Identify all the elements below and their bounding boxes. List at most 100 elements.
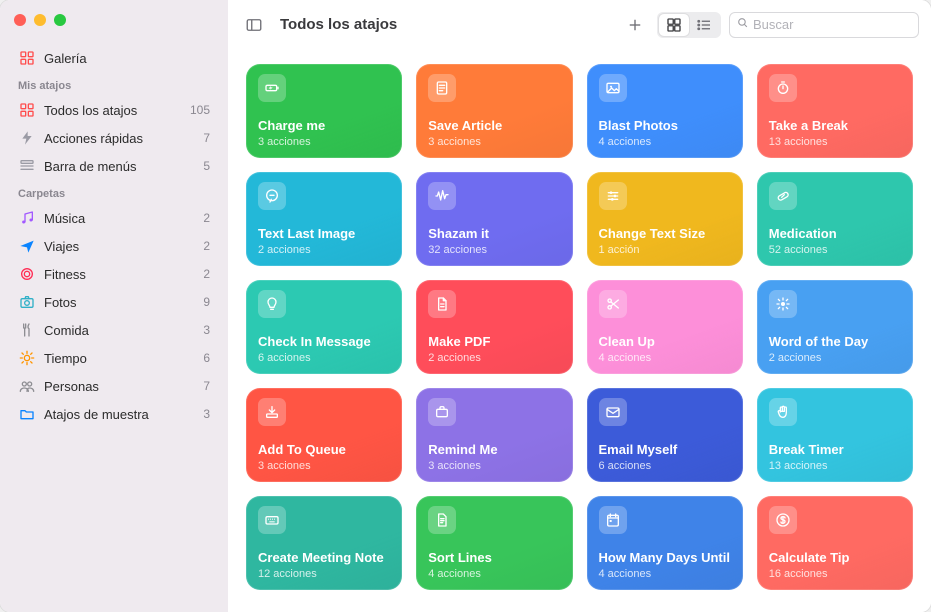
sidebar-item-count: 6 — [203, 351, 210, 365]
shortcut-card[interactable]: Create Meeting Note12 acciones — [246, 496, 402, 590]
sidebar-item-count: 2 — [203, 239, 210, 253]
sidebar-item-count: 3 — [203, 407, 210, 421]
grid-view-button[interactable] — [659, 14, 689, 36]
sidebar-item[interactable]: Atajos de muestra3 — [10, 400, 218, 428]
camera-icon — [18, 293, 36, 311]
sidebar-item-label: Música — [44, 211, 203, 226]
shortcut-name: Clean Up — [599, 334, 731, 350]
shortcut-name: Break Timer — [769, 442, 901, 458]
shortcut-name: Shazam it — [428, 226, 560, 242]
shortcut-subtitle: 6 acciones — [258, 352, 390, 364]
shortcut-card[interactable]: Email Myself 6 acciones — [587, 388, 743, 482]
sidebar-item-gallery[interactable]: Galería — [10, 44, 218, 72]
shortcut-card[interactable]: How Many Days Until4 acciones — [587, 496, 743, 590]
shortcut-card[interactable]: Clean Up 4 acciones — [587, 280, 743, 374]
pill-icon — [769, 182, 797, 210]
shortcut-card[interactable]: Sort Lines4 acciones — [416, 496, 572, 590]
shortcut-card[interactable]: Change Text Size1 acción — [587, 172, 743, 266]
plane-icon — [18, 237, 36, 255]
shortcut-name: Email Myself — [599, 442, 731, 458]
sidebar-item[interactable]: Fitness2 — [10, 260, 218, 288]
view-mode-segment — [657, 12, 721, 38]
shortcut-name: Charge me — [258, 118, 390, 134]
shortcut-card[interactable]: Check In Message 6 acciones — [246, 280, 402, 374]
shortcut-name: Check In Message — [258, 334, 390, 350]
sidebar-item[interactable]: Viajes2 — [10, 232, 218, 260]
sidebar-item-label: Viajes — [44, 239, 203, 254]
shortcut-card[interactable]: Add To Queue3 acciones — [246, 388, 402, 482]
music-icon — [18, 209, 36, 227]
sidebar-item[interactable]: Música2 — [10, 204, 218, 232]
sidebar-item[interactable]: Acciones rápidas7 — [10, 124, 218, 152]
zoom-window-button[interactable] — [54, 14, 66, 26]
shortcut-card[interactable]: Calculate Tip16 acciones — [757, 496, 913, 590]
sidebar-item[interactable]: Tiempo6 — [10, 344, 218, 372]
search-field[interactable] — [729, 12, 919, 38]
app-window: Galería Mis atajos Todos los atajos105Ac… — [0, 0, 931, 612]
shortcut-subtitle: 4 acciones — [599, 352, 731, 364]
shortcut-name: Make PDF — [428, 334, 560, 350]
sidebar-section-folders: Carpetas — [10, 180, 218, 204]
sidebar-item[interactable]: Comida3 — [10, 316, 218, 344]
sidebar-item-count: 2 — [203, 211, 210, 225]
shortcut-card[interactable]: Blast Photos4 acciones — [587, 64, 743, 158]
shortcut-card[interactable]: Break Timer13 acciones — [757, 388, 913, 482]
page-title: Todos los atajos — [280, 16, 397, 33]
new-shortcut-button[interactable] — [621, 13, 649, 37]
hand-icon — [769, 398, 797, 426]
shortcut-card[interactable]: Take a Break13 acciones — [757, 64, 913, 158]
list-view-button[interactable] — [689, 14, 719, 36]
timer-icon — [769, 74, 797, 102]
shortcut-card[interactable]: Save Article3 acciones — [416, 64, 572, 158]
search-input[interactable] — [753, 17, 929, 32]
sidebar-item-count: 5 — [203, 159, 210, 173]
bolt-icon — [18, 129, 36, 147]
shortcut-card[interactable]: Text Last Image2 acciones — [246, 172, 402, 266]
people-icon — [18, 377, 36, 395]
calendar-icon — [599, 506, 627, 534]
sidebar-item-count: 7 — [203, 379, 210, 393]
sidebar-item-label: Comida — [44, 323, 203, 338]
mail-icon — [599, 398, 627, 426]
gallery-icon — [18, 49, 36, 67]
shortcut-name: Change Text Size — [599, 226, 731, 242]
shortcut-card[interactable]: Word of the Day2 acciones — [757, 280, 913, 374]
close-window-button[interactable] — [14, 14, 26, 26]
shortcut-subtitle: 52 acciones — [769, 244, 901, 256]
shortcut-card[interactable]: Remind Me3 acciones — [416, 388, 572, 482]
shortcut-subtitle: 4 acciones — [599, 568, 731, 580]
shortcut-name: Remind Me — [428, 442, 560, 458]
sidebar-section-my: Mis atajos — [10, 72, 218, 96]
sidebar-item-label: Personas — [44, 379, 203, 394]
shortcut-card[interactable]: Charge me 3 acciones — [246, 64, 402, 158]
sidebar-item-label: Fitness — [44, 267, 203, 282]
toolbar: Todos los atajos — [228, 0, 931, 50]
bright-icon — [769, 290, 797, 318]
shortcut-grid-scroll[interactable]: Charge me 3 acciones Save Article3 accione… — [228, 50, 931, 612]
shortcut-name: Medication — [769, 226, 901, 242]
shortcut-subtitle: 6 acciones — [599, 460, 731, 472]
docline-icon — [428, 506, 456, 534]
sidebar-item-label: Acciones rápidas — [44, 131, 203, 146]
shortcut-subtitle: 3 acciones — [258, 136, 390, 148]
sidebar-item-label: Todos los atajos — [44, 103, 190, 118]
sidebar-item-label: Tiempo — [44, 351, 203, 366]
shortcut-subtitle: 2 acciones — [258, 244, 390, 256]
main-content: Todos los atajos Charge me3 a — [228, 0, 931, 612]
sun-icon — [18, 349, 36, 367]
shortcut-card[interactable]: Shazam it32 acciones — [416, 172, 572, 266]
sidebar-item[interactable]: Barra de menús5 — [10, 152, 218, 180]
dollar-icon — [769, 506, 797, 534]
sidebar-item-count: 105 — [190, 103, 210, 117]
sidebar-item[interactable]: Personas7 — [10, 372, 218, 400]
toggle-sidebar-button[interactable] — [240, 13, 268, 37]
shortcut-card[interactable]: Medication 52 acciones — [757, 172, 913, 266]
shortcut-subtitle: 2 acciones — [769, 352, 901, 364]
sidebar-item[interactable]: Fotos9 — [10, 288, 218, 316]
shortcut-subtitle: 4 acciones — [599, 136, 731, 148]
minimize-window-button[interactable] — [34, 14, 46, 26]
sidebar-item[interactable]: Todos los atajos105 — [10, 96, 218, 124]
bulb-icon — [258, 290, 286, 318]
shortcut-card[interactable]: Make PDF2 acciones — [416, 280, 572, 374]
sidebar-item-label: Fotos — [44, 295, 203, 310]
